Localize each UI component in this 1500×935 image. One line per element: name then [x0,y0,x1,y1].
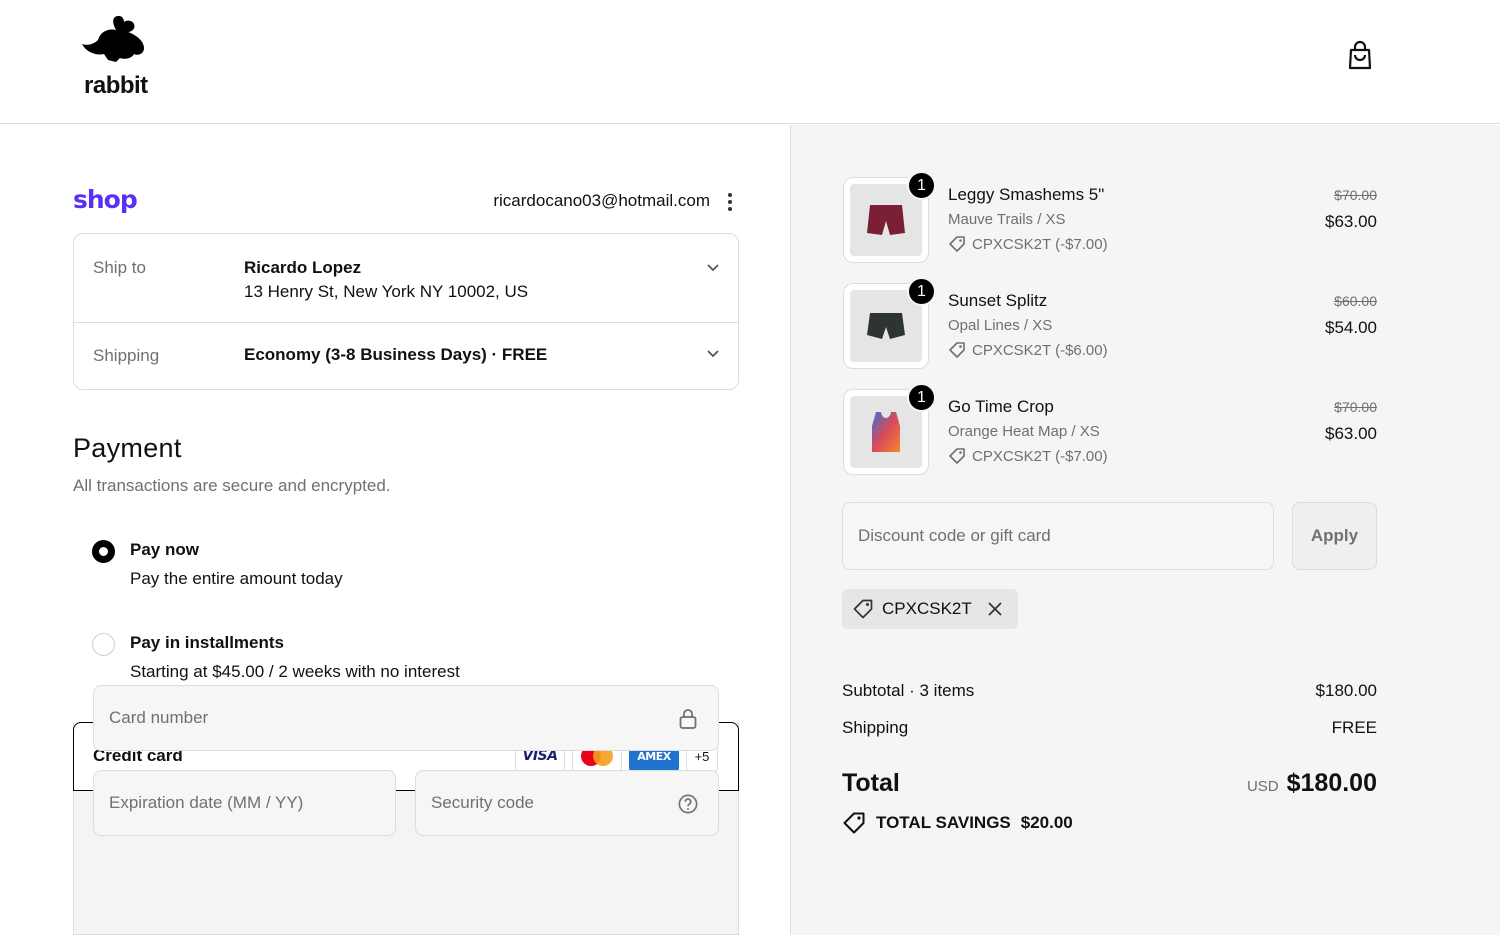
help-circle-icon[interactable] [678,793,698,815]
chevron-down-icon[interactable] [706,346,720,360]
product-name: Leggy Smashems 5" [948,185,1105,204]
total-savings: TOTAL SAVINGS $20.00 [842,811,1073,835]
shipping-cost-row: Shipping FREE [842,718,1377,738]
pay-now-title: Pay now [130,540,199,559]
product-variant: Opal Lines / XS [948,317,1053,334]
shipping-method-value: Economy (3-8 Business Days) · FREE [244,345,548,364]
applied-discount-chip: CPXCSK2T [842,589,1018,629]
close-icon[interactable] [986,600,1004,618]
pay-installments-radio[interactable] [92,633,115,656]
product-discount: CPXCSK2T (-$7.00) [948,447,1108,465]
total-savings-label: TOTAL SAVINGS [876,813,1011,832]
product-name: Go Time Crop [948,397,1054,416]
total-row: Total USD $180.00 [842,769,1377,798]
tag-icon [949,448,965,464]
order-summary-column: 1 Leggy Smashems 5" Mauve Trails / XS CP… [790,125,1500,935]
cart-item: 1 Sunset Splitz Opal Lines / XS CPXCSK2T… [843,277,1383,373]
pay-installments-title: Pay in installments [130,633,284,652]
original-price: $70.00 [1334,399,1377,415]
total-amount: $180.00 [1286,769,1377,797]
payment-subtitle: All transactions are secure and encrypte… [73,476,391,495]
ship-to-label: Ship to [93,258,146,277]
shopping-bag-icon[interactable] [1345,40,1375,72]
total-currency: USD [1246,778,1279,795]
pay-now-desc: Pay the entire amount today [130,569,343,588]
product-name: Sunset Splitz [948,291,1048,310]
total-savings-value: $20.00 [1020,813,1073,832]
card-number-placeholder: Card number [109,708,209,727]
quantity-badge: 1 [907,277,936,306]
expiration-placeholder: Expiration date (MM / YY) [109,793,304,812]
quantity-badge: 1 [907,383,936,412]
tag-icon [949,342,965,358]
shipping-summary-box: Ship to Ricardo Lopez 13 Henry St, New Y… [73,233,739,390]
checkout-form-column: shop ricardocano03@hotmail.com Ship to R… [0,125,790,935]
shorts-icon [867,313,905,339]
cart-item: 1 Leggy Smashems 5" Mauve Trails / XS CP… [843,171,1383,267]
discount-code-input[interactable]: Discount code or gift card [842,502,1274,570]
product-variant: Mauve Trails / XS [948,211,1066,228]
subtotal-label: Subtotal · 3 items [842,681,975,700]
applied-discount-code: CPXCSK2T [882,599,972,618]
chevron-down-icon[interactable] [706,260,720,274]
tag-icon [853,599,873,619]
cart-item: 1 Go Time Crop Orange Heat Map / XS CPXC… [843,383,1383,479]
original-price: $70.00 [1334,187,1377,203]
crop-top-icon [872,412,900,452]
shipping-method-row[interactable]: Shipping Economy (3-8 Business Days) · F… [74,323,738,389]
expiration-date-field[interactable]: Expiration date (MM / YY) [93,770,396,836]
pay-installments-desc: Starting at $45.00 / 2 weeks with no int… [130,662,460,681]
shorts-icon [867,205,905,235]
shipping-cost-label: Shipping [842,718,909,737]
discounted-price: $54.00 [1325,318,1377,337]
account-email: ricardocano03@hotmail.com [493,191,710,210]
shop-pay-logo: shop [73,185,138,214]
discount-code-placeholder: Discount code or gift card [858,526,1051,545]
discounted-price: $63.00 [1325,424,1377,443]
pay-now-radio[interactable] [92,540,115,563]
ship-to-value: Ricardo Lopez 13 Henry St, New York NY 1… [244,256,528,304]
original-price: $60.00 [1334,293,1377,309]
apply-discount-button[interactable]: Apply [1292,502,1377,570]
payment-heading: Payment [73,433,182,463]
more-options-icon[interactable] [722,191,738,213]
site-header: rabbit [0,0,1500,124]
subtotal-value: $180.00 [1315,681,1377,700]
total-label: Total [842,769,900,797]
card-number-field[interactable]: Card number [93,685,719,751]
lock-icon [679,709,697,729]
product-discount: CPXCSK2T (-$6.00) [948,341,1108,359]
rabbit-logo[interactable]: rabbit [78,14,152,100]
ship-to-row[interactable]: Ship to Ricardo Lopez 13 Henry St, New Y… [74,234,738,323]
product-variant: Orange Heat Map / XS [948,423,1100,440]
tag-icon [949,236,965,252]
recipient-address: 13 Henry St, New York NY 10002, US [244,282,529,301]
shipping-cost-value: FREE [1331,718,1377,737]
rabbit-silhouette-icon [82,15,144,62]
security-code-field[interactable]: Security code [415,770,719,836]
product-discount: CPXCSK2T (-$7.00) [948,235,1108,253]
total-value-group: USD $180.00 [1247,769,1377,798]
tag-icon [843,812,865,834]
logo-wordmark: rabbit [84,72,148,99]
product-discount-text: CPXCSK2T (-$7.00) [972,235,1108,253]
subtotal-row: Subtotal · 3 items $180.00 [842,681,1377,701]
recipient-name: Ricardo Lopez [244,258,362,277]
discounted-price: $63.00 [1325,212,1377,231]
product-discount-text: CPXCSK2T (-$6.00) [972,341,1108,359]
shipping-method-label: Shipping [93,346,160,365]
quantity-badge: 1 [907,171,936,200]
product-discount-text: CPXCSK2T (-$7.00) [972,447,1108,465]
security-code-placeholder: Security code [431,793,534,812]
